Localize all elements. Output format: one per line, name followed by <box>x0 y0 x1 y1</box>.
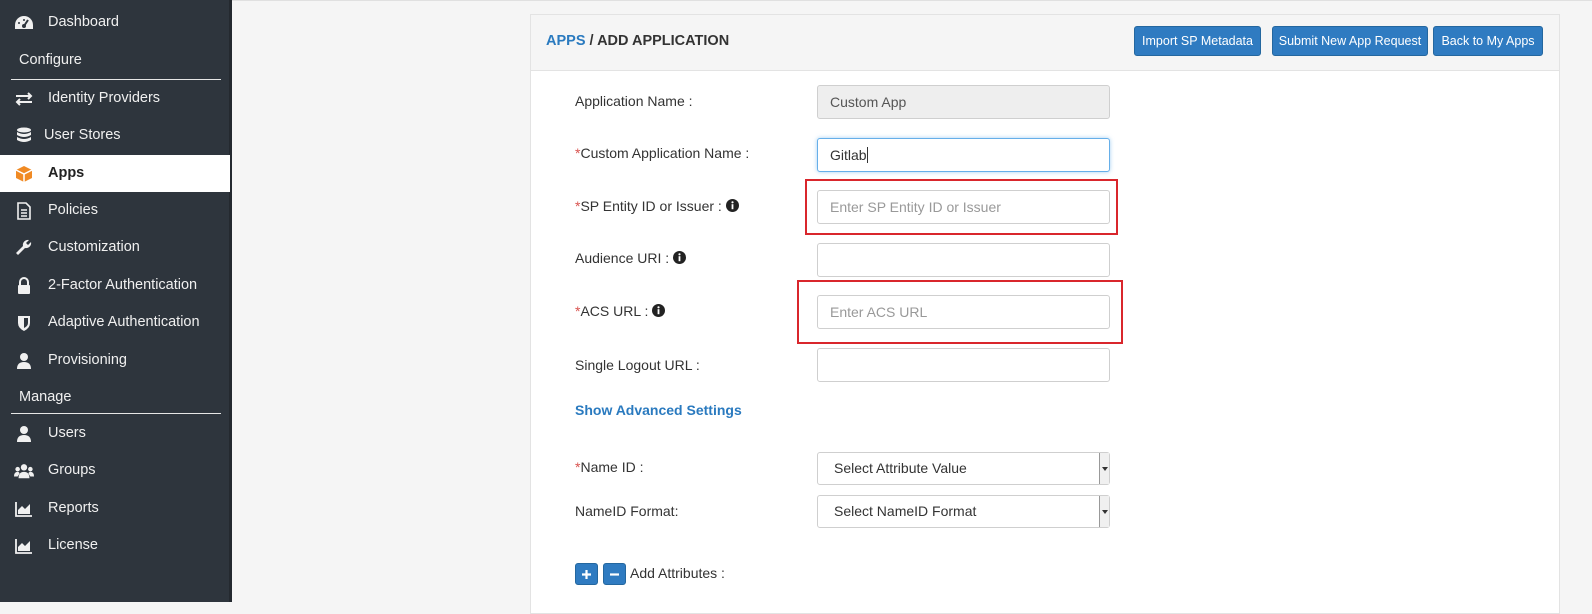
sidebar-item-reports[interactable]: Reports <box>0 490 230 527</box>
app-name-field: Custom App <box>817 85 1110 119</box>
section-manage: Manage <box>19 389 72 405</box>
plus-icon <box>582 569 591 579</box>
main-content: APPS / ADD APPLICATION Import SP Metadat… <box>232 0 1592 614</box>
lock-icon <box>14 277 34 295</box>
add-attributes-label: Add Attributes : <box>630 565 725 581</box>
custom-app-name-label-text: Custom Application Name : <box>580 145 750 161</box>
custom-app-name-value: Gitlab <box>830 147 867 163</box>
sidebar-item-users[interactable]: Users <box>0 415 230 452</box>
user-icon <box>14 425 34 443</box>
sidebar-item-label: Users <box>48 425 86 441</box>
dropdown-arrow-icon <box>1099 496 1109 527</box>
info-icon[interactable] <box>673 251 687 267</box>
acs-url-placeholder: Enter ACS URL <box>830 304 928 320</box>
add-attribute-button[interactable] <box>575 563 598 585</box>
sidebar-item-label: Policies <box>48 202 98 218</box>
audience-uri-label: Audience URI : <box>575 250 687 267</box>
nameid-format-select-value: Select NameID Format <box>834 503 977 519</box>
sidebar-item-label: Adaptive Authentication <box>48 314 200 330</box>
sidebar-item-2fa[interactable]: 2-Factor Authentication <box>0 267 230 304</box>
sidebar-item-license[interactable]: License <box>0 527 230 564</box>
remove-attribute-button[interactable] <box>603 563 626 585</box>
add-application-panel: APPS / ADD APPLICATION Import SP Metadat… <box>530 14 1560 614</box>
breadcrumb: APPS / ADD APPLICATION <box>546 33 729 49</box>
breadcrumb-separator: / <box>585 33 598 49</box>
custom-app-name-label: *Custom Application Name : <box>575 145 749 161</box>
users-icon <box>14 462 34 480</box>
breadcrumb-apps-link[interactable]: APPS <box>546 33 586 49</box>
dropdown-arrow-icon <box>1099 453 1109 484</box>
sidebar-item-apps[interactable]: Apps <box>0 155 230 192</box>
info-icon[interactable] <box>652 304 666 320</box>
app-name-label: Application Name : <box>575 93 693 109</box>
sidebar-item-label: Dashboard <box>48 14 119 30</box>
sidebar-item-user-stores[interactable]: User Stores <box>0 117 230 154</box>
wrench-icon <box>14 239 34 257</box>
section-configure: Configure <box>19 52 82 68</box>
sidebar-item-label: 2-Factor Authentication <box>48 277 198 293</box>
submit-new-app-request-button[interactable]: Submit New App Request <box>1272 26 1428 56</box>
sidebar-item-provisioning[interactable]: Provisioning <box>0 342 230 379</box>
area-chart-icon <box>14 500 34 518</box>
text-caret <box>866 147 868 163</box>
page-title: ADD APPLICATION <box>597 33 730 49</box>
cube-icon <box>14 165 34 183</box>
sidebar-item-label: License <box>48 537 98 553</box>
name-id-select-value: Select Attribute Value <box>834 460 967 476</box>
sp-entity-label: *SP Entity ID or Issuer : <box>575 198 739 215</box>
sidebar-item-identity-providers[interactable]: Identity Providers <box>0 80 230 117</box>
acs-url-input[interactable]: Enter ACS URL <box>817 295 1110 329</box>
sidebar-item-label: Apps <box>48 165 85 181</box>
minus-icon <box>610 572 619 576</box>
sp-entity-id-input[interactable]: Enter SP Entity ID or Issuer <box>817 190 1110 224</box>
name-id-select[interactable]: Select Attribute Value <box>817 452 1110 485</box>
area-chart-icon <box>14 537 34 555</box>
acs-url-label: *ACS URL : <box>575 303 666 320</box>
exchange-icon <box>14 90 34 108</box>
name-id-label: *Name ID : <box>575 459 643 475</box>
import-sp-metadata-button[interactable]: Import SP Metadata <box>1134 26 1261 56</box>
acs-url-label-text: ACS URL : <box>580 303 649 319</box>
database-icon <box>14 127 34 145</box>
sidebar-item-label: Reports <box>48 500 99 516</box>
nameid-format-select[interactable]: Select NameID Format <box>817 495 1110 528</box>
back-to-my-apps-button[interactable]: Back to My Apps <box>1433 26 1543 56</box>
sidebar-item-label: Groups <box>48 462 96 478</box>
nameid-format-label: NameID Format: <box>575 503 679 519</box>
app-name-value: Custom App <box>830 94 907 110</box>
sidebar-item-label: Customization <box>48 239 140 255</box>
sidebar-item-policies[interactable]: Policies <box>0 192 230 229</box>
single-logout-url-label: Single Logout URL : <box>575 357 700 373</box>
sp-entity-label-text: SP Entity ID or Issuer : <box>580 198 722 214</box>
sidebar-item-groups[interactable]: Groups <box>0 452 230 489</box>
sidebar-item-customization[interactable]: Customization <box>0 229 230 266</box>
divider <box>11 413 221 414</box>
info-icon[interactable] <box>725 199 739 215</box>
dashboard-icon <box>14 14 34 32</box>
shield-icon <box>14 314 34 332</box>
sidebar-item-label: Provisioning <box>48 352 127 368</box>
name-id-label-text: Name ID : <box>580 459 644 475</box>
sidebar-item-label: Identity Providers <box>48 90 161 106</box>
audience-uri-input[interactable] <box>817 243 1110 277</box>
panel-header: APPS / ADD APPLICATION Import SP Metadat… <box>531 15 1559 71</box>
audience-uri-label-text: Audience URI : <box>575 250 670 266</box>
sidebar-item-adaptive-auth[interactable]: Adaptive Authentication <box>0 304 230 341</box>
single-logout-url-input[interactable] <box>817 348 1110 382</box>
show-advanced-settings-link[interactable]: Show Advanced Settings <box>575 402 742 418</box>
divider <box>232 0 1592 1</box>
sidebar-item-dashboard[interactable]: Dashboard <box>0 4 230 41</box>
document-icon <box>14 202 34 220</box>
user-icon <box>14 352 34 370</box>
sp-entity-placeholder: Enter SP Entity ID or Issuer <box>830 199 1001 215</box>
sidebar-item-label: User Stores <box>44 127 121 143</box>
sidebar: Dashboard Configure Identity Providers U… <box>0 0 232 602</box>
custom-app-name-field[interactable]: Gitlab <box>817 138 1110 172</box>
